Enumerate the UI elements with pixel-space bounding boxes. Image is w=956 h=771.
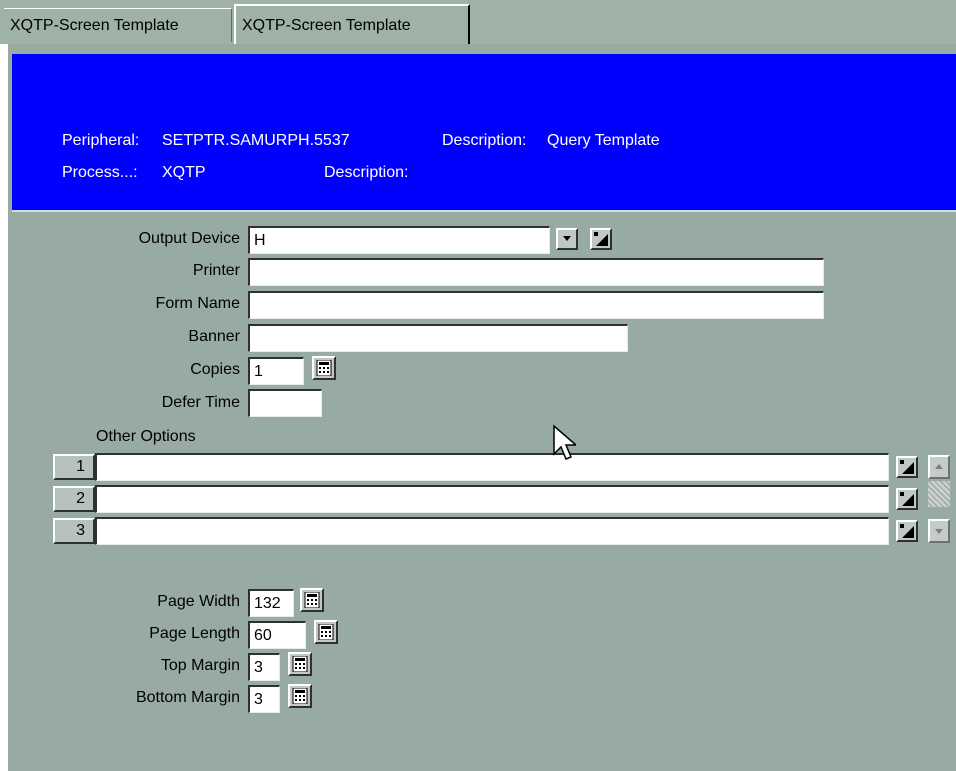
tab-xqtp-screen-template-1[interactable]: XQTP-Screen Template (4, 8, 232, 42)
calculator-icon (318, 624, 334, 640)
output-device-field[interactable]: H (248, 226, 550, 254)
lookup-icon (900, 492, 914, 506)
page-width-label: Page Width (157, 593, 240, 610)
output-device-dropdown-button[interactable] (556, 228, 578, 250)
other-options-label: Other Options (96, 428, 196, 445)
calculator-icon (316, 360, 332, 376)
arrow-up-icon (935, 464, 943, 469)
peripheral-label: Peripheral: (62, 132, 140, 149)
arrow-down-icon (935, 529, 943, 534)
bottom-margin-field[interactable]: 3 (248, 685, 280, 713)
calculator-icon (292, 656, 308, 672)
process-value: XQTP (162, 164, 206, 181)
form-name-label: Form Name (155, 295, 240, 312)
other-options-scroll-down-button[interactable] (928, 519, 950, 543)
top-margin-label: Top Margin (160, 657, 240, 674)
mouse-pointer-icon (553, 424, 576, 460)
peripheral-value: SETPTR.SAMURPH.5537 (162, 132, 350, 149)
other-options-row-1-lookup-button[interactable] (896, 456, 918, 478)
output-device-lookup-button[interactable] (590, 228, 612, 250)
defer-time-label: Defer Time (161, 394, 240, 411)
page-width-field[interactable]: 132 (248, 589, 294, 617)
other-options-row-3-lookup-button[interactable] (896, 520, 918, 542)
lookup-icon (900, 524, 914, 538)
other-options-row-3-field[interactable] (95, 517, 889, 545)
page-length-field[interactable]: 60 (248, 621, 306, 649)
banner-field[interactable] (248, 324, 628, 352)
banner-label: Banner (188, 328, 240, 345)
calculator-icon (292, 688, 308, 704)
top-margin-calculator-button[interactable] (288, 652, 312, 676)
other-options-row-2-field[interactable] (95, 485, 889, 513)
header-divider (12, 210, 956, 212)
output-device-label: Output Device (138, 230, 240, 247)
other-options-row-1-field[interactable] (95, 453, 889, 481)
form-name-field[interactable] (248, 291, 824, 319)
copies-calculator-button[interactable] (312, 356, 336, 380)
printer-label: Printer (192, 262, 240, 279)
page-length-label: Page Length (149, 625, 240, 642)
lookup-icon (594, 232, 608, 246)
process-label: Process...: (62, 164, 138, 181)
copies-label: Copies (190, 361, 240, 378)
other-options-row-3-button[interactable]: 3 (53, 518, 95, 544)
other-options-row-2-button[interactable]: 2 (53, 486, 95, 512)
tab-xqtp-screen-template-2[interactable]: XQTP-Screen Template (234, 4, 470, 44)
chevron-down-icon (563, 236, 571, 241)
copies-field[interactable]: 1 (248, 357, 304, 385)
page-length-calculator-button[interactable] (314, 620, 338, 644)
other-options-row-1-button[interactable]: 1 (53, 454, 95, 480)
header-banner: Peripheral: SETPTR.SAMURPH.5537 Descript… (12, 54, 956, 210)
defer-time-field[interactable] (248, 389, 322, 417)
other-options-scroll-track[interactable] (928, 481, 950, 507)
other-options-row-2-lookup-button[interactable] (896, 488, 918, 510)
lookup-icon (900, 460, 914, 474)
peripheral-description-label: Description: (442, 132, 527, 149)
calculator-icon (304, 592, 320, 608)
bottom-margin-calculator-button[interactable] (288, 684, 312, 708)
other-options-scroll-up-button[interactable] (928, 455, 950, 479)
top-margin-field[interactable]: 3 (248, 653, 280, 681)
process-description-label: Description: (324, 164, 409, 181)
printer-field[interactable] (248, 258, 824, 286)
page-width-calculator-button[interactable] (300, 588, 324, 612)
bottom-margin-label: Bottom Margin (135, 689, 240, 706)
peripheral-description-value: Query Template (547, 132, 660, 149)
